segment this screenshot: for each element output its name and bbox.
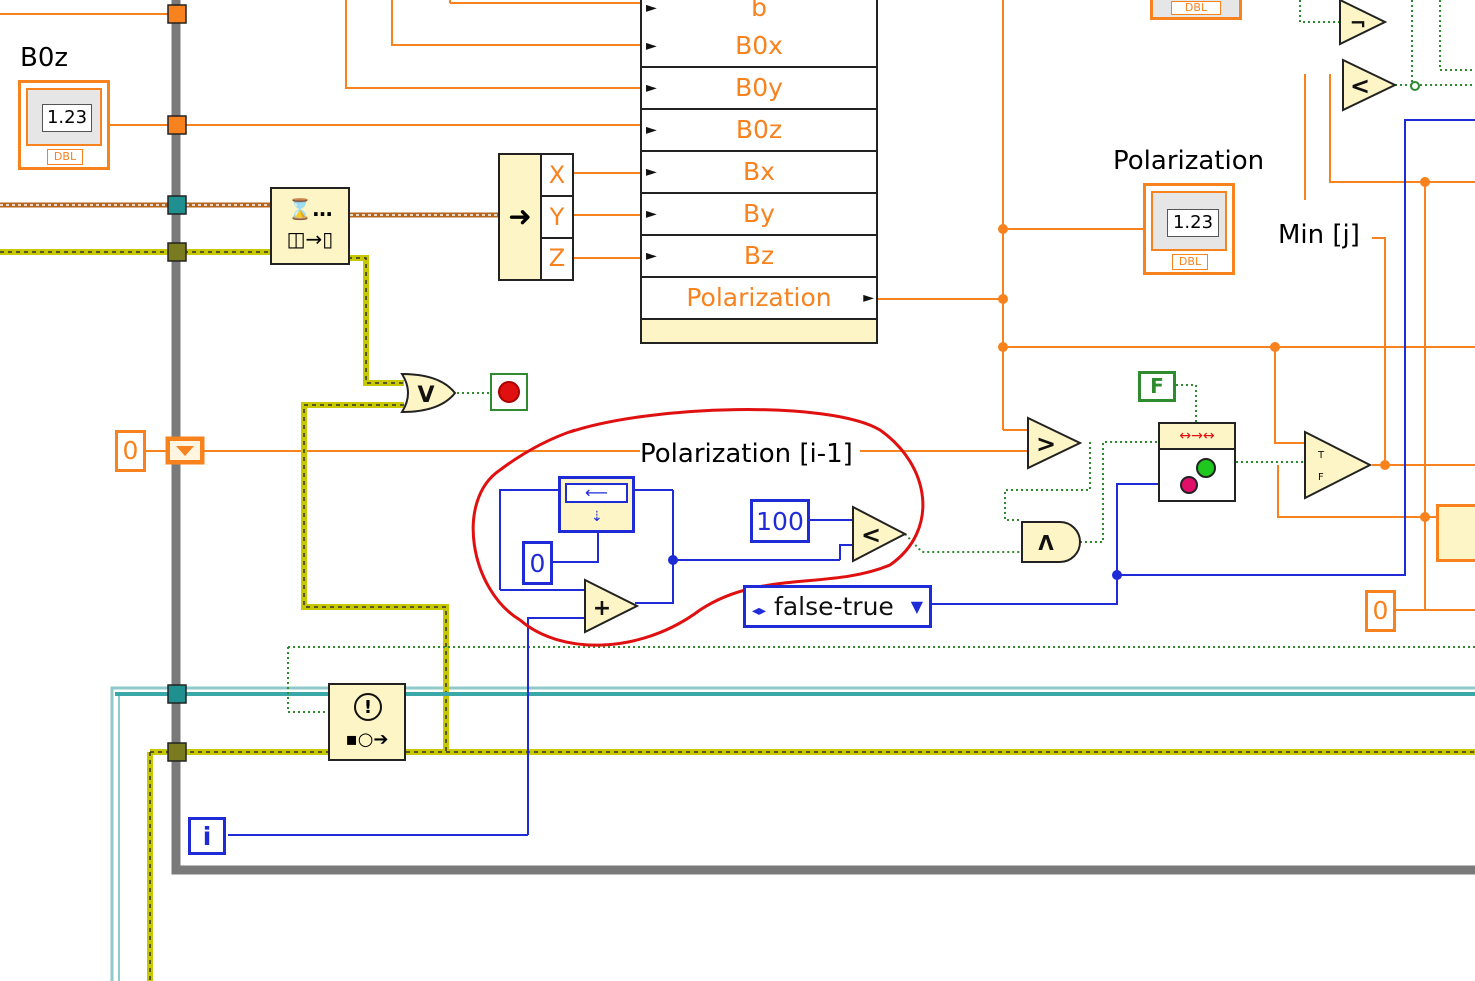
- greater-than-symbol: >: [1036, 430, 1056, 458]
- or-symbol: V: [417, 383, 434, 408]
- cluster-row-b0y: ► B0y: [640, 68, 878, 110]
- top-numeric-indicator: DBL: [1150, 0, 1242, 20]
- init-terminal-icon: ⇣: [591, 509, 603, 525]
- warning-icon: !: [354, 693, 382, 721]
- false-constant[interactable]: F: [1138, 371, 1176, 402]
- less-than-symbol-top: <: [1350, 72, 1370, 100]
- add-symbol: +: [593, 596, 611, 621]
- feedback-node[interactable]: ⟵ ⇣: [558, 476, 635, 533]
- green-led-icon: [1196, 458, 1216, 478]
- less-than-symbol: <: [861, 521, 881, 549]
- arrow-right-icon: ➜: [508, 200, 532, 233]
- right-feedback-node[interactable]: [1436, 504, 1475, 562]
- transition-icon: ↔→↔: [1160, 424, 1234, 450]
- cluster-row-b0x: ► B0x: [640, 26, 878, 68]
- and-symbol: Λ: [1038, 531, 1054, 555]
- stop-button-terminal[interactable]: [490, 373, 528, 411]
- feedback-init-constant[interactable]: 0: [522, 541, 553, 585]
- dequeue-element-node[interactable]: ⌛… ◫→▯: [270, 187, 350, 265]
- b0z-dbl-tag: DBL: [47, 149, 83, 165]
- shift-register-label: Polarization [i-1]: [640, 439, 853, 469]
- unbundle-z: Z: [540, 239, 572, 279]
- feedback-arrow-icon: ⟵: [565, 483, 628, 503]
- cluster-row-b: ► b: [640, 0, 878, 28]
- select-node: [1304, 430, 1373, 500]
- min-j-label: Min [j]: [1278, 220, 1360, 250]
- b0z-control[interactable]: 1.23 DBL: [18, 80, 110, 170]
- queue-out-icon: ◫→▯: [286, 227, 334, 251]
- shift-register-init-constant[interactable]: 0: [115, 430, 146, 472]
- unbundle-y: Y: [540, 197, 572, 239]
- unbundle-x: X: [540, 155, 572, 197]
- enum-constant[interactable]: ◂▸ false-true ▼: [743, 585, 932, 628]
- b0z-numeric-display: 1.23: [42, 104, 92, 132]
- error-out-icon: ▪○➔: [345, 729, 389, 750]
- cluster-row-bx: ► Bx: [640, 152, 878, 194]
- red-led-icon: [1180, 476, 1198, 494]
- stop-icon: [498, 381, 520, 403]
- svg-text:T: T: [1317, 450, 1325, 461]
- b0z-label: B0z: [20, 43, 69, 73]
- polarization-indicator: 1.23 DBL: [1143, 183, 1235, 275]
- cluster-row-by: ► By: [640, 194, 878, 236]
- svg-text:F: F: [1318, 472, 1324, 483]
- cluster-row-b0z: ► B0z: [640, 110, 878, 152]
- error-handler-node[interactable]: ! ▪○➔: [328, 683, 406, 761]
- queue-icon: ⌛…: [287, 197, 333, 221]
- polarization-numeric-display: 1.23: [1167, 209, 1219, 237]
- not-symbol: ¬: [1350, 11, 1367, 35]
- enum-incdec-icon: ◂▸: [752, 603, 767, 619]
- polarization-label: Polarization: [1113, 146, 1265, 176]
- condition-node[interactable]: ↔→↔: [1158, 422, 1236, 502]
- unbundle-xyz-node[interactable]: ➜ X Y Z: [498, 153, 574, 281]
- cluster-row-bz: ► Bz: [640, 236, 878, 278]
- hundred-constant[interactable]: 100: [750, 499, 810, 543]
- iteration-terminal: i: [188, 817, 226, 855]
- dropdown-arrow-icon[interactable]: ▼: [911, 588, 923, 625]
- cluster-row-polarization: Polarization ►: [640, 278, 878, 320]
- right-zero-constant[interactable]: 0: [1365, 590, 1396, 632]
